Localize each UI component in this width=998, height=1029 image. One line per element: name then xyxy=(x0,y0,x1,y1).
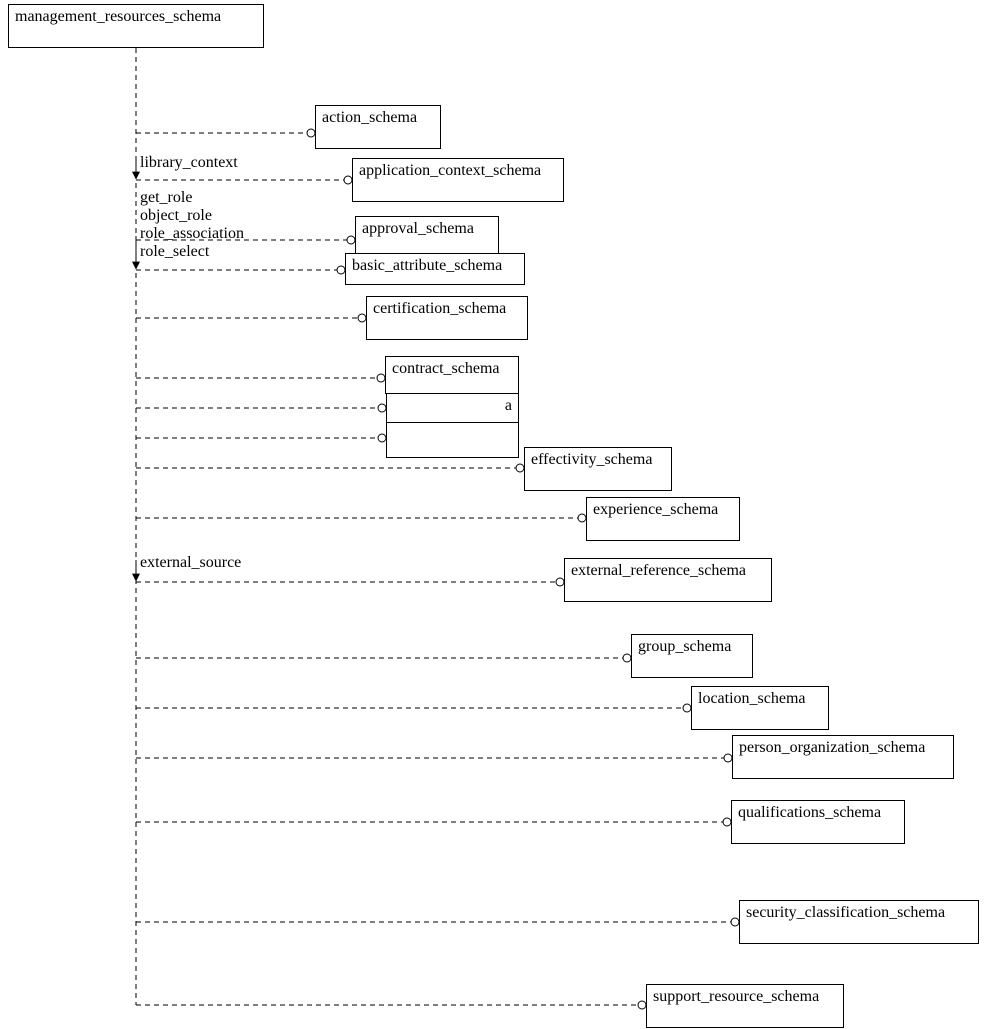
schema-approval-label: approval_schema xyxy=(362,220,474,237)
schema-group-label: group_schema xyxy=(638,638,731,655)
schema-group: group_schema xyxy=(631,634,753,678)
schema-qualifications-label: qualifications_schema xyxy=(738,804,881,821)
schema-contract: contract_schema xyxy=(385,356,519,394)
schema-contract-label: contract_schema xyxy=(392,360,500,377)
schema-location-label: location_schema xyxy=(698,690,806,707)
schema-external-reference-label: external_reference_schema xyxy=(571,562,746,579)
schema-experience-label: experience_schema xyxy=(593,501,718,518)
schema-hidden-a-label: a xyxy=(505,397,512,414)
schema-person-organization-label: person_organization_schema xyxy=(739,739,925,756)
schema-support-resource: support_resource_schema xyxy=(646,984,844,1028)
annotation-object-role: object_role xyxy=(140,208,212,224)
schema-security-classification-label: security_classification_schema xyxy=(746,904,945,921)
annotation-role-select: role_select xyxy=(140,244,209,260)
schema-support-resource-label: support_resource_schema xyxy=(653,988,819,1005)
schema-external-reference: external_reference_schema xyxy=(564,558,772,602)
schema-application-context-label: application_context_schema xyxy=(359,162,541,179)
schema-location: location_schema xyxy=(691,686,829,730)
diagram-canvas: management_resources_schema library_cont… xyxy=(0,0,998,1029)
annotation-library-context: library_context xyxy=(140,155,238,171)
annotation-get-role: get_role xyxy=(140,190,192,206)
schema-person-organization: person_organization_schema xyxy=(732,735,954,779)
schema-effectivity: effectivity_schema xyxy=(524,447,672,491)
annotation-external-source: external_source xyxy=(140,555,241,571)
schema-unlabeled-box xyxy=(386,422,519,458)
schema-security-classification: security_classification_schema xyxy=(739,900,979,944)
root-schema-label: management_resources_schema xyxy=(15,8,221,25)
schema-certification: certification_schema xyxy=(366,296,528,340)
root-schema-node: management_resources_schema xyxy=(8,4,264,48)
schema-basic-attribute: basic_attribute_schema xyxy=(345,253,525,285)
annotation-role-association: role_association xyxy=(140,226,244,242)
schema-effectivity-label: effectivity_schema xyxy=(531,451,652,468)
schema-certification-label: certification_schema xyxy=(373,300,506,317)
schema-action-label: action_schema xyxy=(322,109,417,126)
schema-action: action_schema xyxy=(315,105,441,149)
schema-hidden-a: a xyxy=(386,393,519,423)
schema-experience: experience_schema xyxy=(586,497,740,541)
schema-basic-attribute-label: basic_attribute_schema xyxy=(352,257,502,274)
schema-qualifications: qualifications_schema xyxy=(731,800,905,844)
schema-application-context: application_context_schema xyxy=(352,158,564,202)
